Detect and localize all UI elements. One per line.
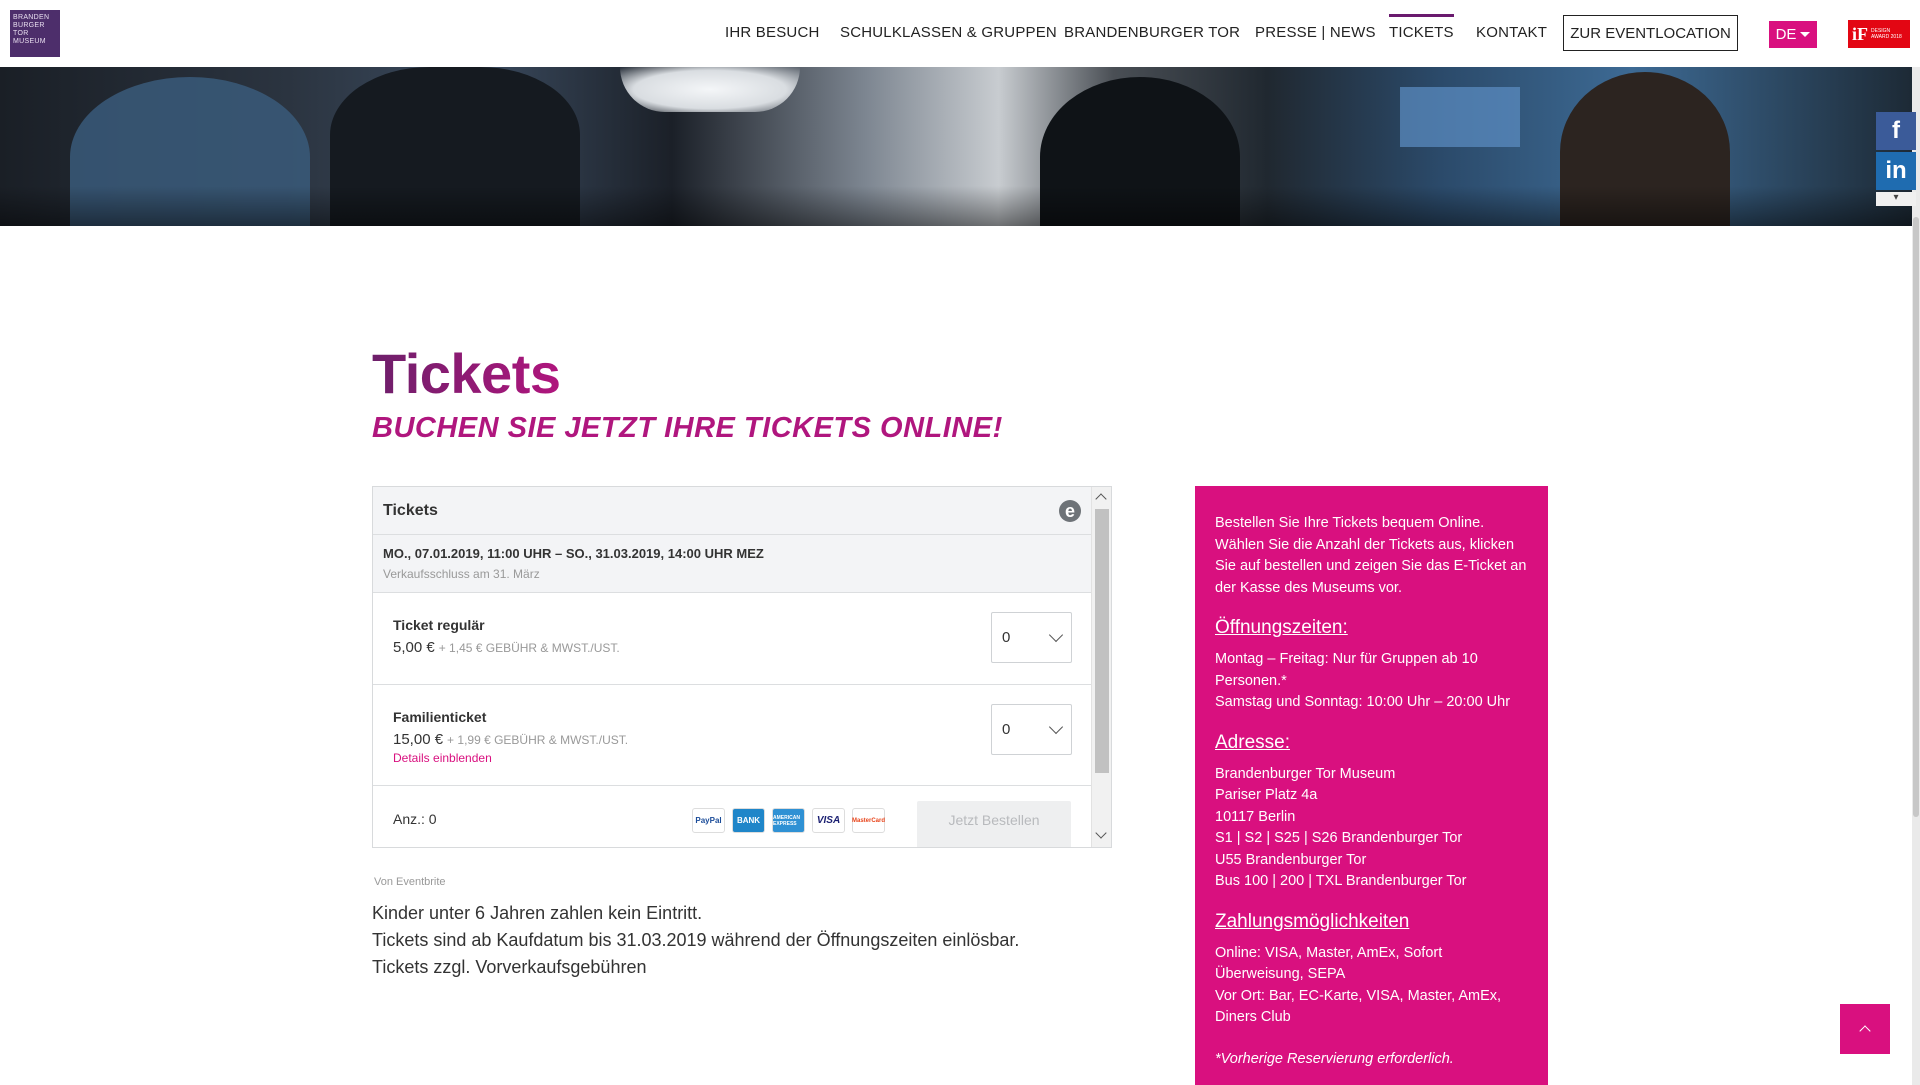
event-date-range: MO., 07.01.2019, 11:00 UHR – SO., 31.03.…	[383, 546, 764, 561]
back-to-top-button[interactable]	[1840, 1004, 1890, 1054]
info-box: Bestellen Sie Ihre Tickets bequem Online…	[1195, 486, 1548, 1085]
nav-kontakt[interactable]: KONTAKT	[1476, 24, 1547, 41]
language-label: DE	[1775, 26, 1797, 43]
share-toggle-icon[interactable]: ▾	[1876, 192, 1916, 206]
page-scrollbar-thumb[interactable]	[1913, 217, 1919, 817]
ticket-name: Familienticket	[393, 709, 487, 725]
ticket-price: 15,00 €	[393, 731, 444, 748]
ticket-name: Ticket regulär	[393, 617, 485, 633]
ticket-fee: + 1,45 € GEBÜHR & MWST./UST.	[438, 641, 620, 655]
address-line: S1 | S2 | S25 | S26 Brandenburger Tor	[1215, 830, 1463, 846]
eventlocation-button[interactable]: ZUR EVENTLOCATION	[1563, 15, 1738, 51]
chevron-up-icon	[1859, 1025, 1871, 1037]
payment-line: Vor Ort: Bar, EC-Karte, VISA, Master, Am…	[1215, 987, 1502, 1026]
hours-title: Öffnungszeiten:	[1215, 617, 1348, 638]
site-header: BRANDEN BURGER TOR MUSEUM IHR BESUCH SCH…	[0, 0, 1920, 67]
address-line: Pariser Platz 4a	[1215, 787, 1318, 803]
chevron-down-icon	[1048, 627, 1064, 643]
address-line: Brandenburger Tor Museum	[1215, 765, 1396, 782]
eventbrite-ticket-widget: Tickets e MO., 07.01.2019, 11:00 UHR – S…	[372, 486, 1112, 848]
widget-content: Tickets e MO., 07.01.2019, 11:00 UHR – S…	[373, 487, 1091, 847]
ticket-price: 5,00 €	[393, 639, 435, 656]
payment-line: Online: VISA, Master, AmEx, Sofort Überw…	[1215, 944, 1443, 983]
logo-line: TOR	[13, 30, 29, 37]
widget-header: Tickets e	[373, 487, 1091, 535]
paypal-icon: PayPal	[692, 808, 725, 833]
address-line: Bus 100 | 200 | TXL Brandenburger Tor	[1215, 873, 1467, 889]
ticket-count: Anz.: 0	[393, 810, 437, 827]
linkedin-icon[interactable]: in	[1876, 152, 1916, 190]
nav-ihr-besuch[interactable]: IHR BESUCH	[725, 24, 820, 41]
award-text: DESIGN AWARD 2018	[1871, 28, 1902, 40]
note-line: Kinder unter 6 Jahren zahlen kein Eintri…	[372, 903, 703, 923]
nav-tickets[interactable]: TICKETS	[1389, 14, 1454, 41]
ticket-price-line: 5,00 € + 1,45 € GEBÜHR & MWST./UST.	[393, 639, 1071, 656]
logo-line: BRANDEN	[13, 14, 50, 21]
hours-line: Samstag und Sonntag: 10:00 Uhr – 20:00 U…	[1215, 694, 1511, 710]
widget-scrollbar[interactable]	[1091, 487, 1111, 847]
note-line: Tickets sind ab Kaufdatum bis 31.03.2019…	[372, 930, 1020, 950]
quantity-select[interactable]: 0	[991, 704, 1072, 755]
widget-title: Tickets	[383, 501, 438, 519]
bank-icon: BANK	[732, 808, 765, 833]
visa-icon: VISA	[812, 808, 845, 833]
hours-line: Montag – Freitag: Nur für Gruppen ab 10 …	[1215, 651, 1478, 689]
mastercard-icon: MasterCard	[852, 808, 885, 833]
ticket-price-line: 15,00 € + 1,99 € GEBÜHR & MWST./UST.	[393, 731, 1071, 748]
page-title: Tickets	[372, 342, 561, 405]
scroll-up-icon[interactable]	[1095, 493, 1107, 505]
reservation-footnote: *Vorherige Reservierung erforderlich.	[1215, 1050, 1454, 1067]
logo-line: BURGER	[13, 22, 45, 29]
event-date-block: MO., 07.01.2019, 11:00 UHR – SO., 31.03.…	[373, 535, 1091, 593]
ticket-notes: Kinder unter 6 Jahren zahlen kein Eintri…	[372, 900, 1019, 981]
logo-line: MUSEUM	[13, 38, 46, 45]
caret-down-icon	[1800, 32, 1811, 37]
nav-presse-news[interactable]: PRESSE | NEWS	[1255, 24, 1376, 41]
museum-logo[interactable]: BRANDEN BURGER TOR MUSEUM	[10, 10, 60, 57]
display-screen	[1400, 87, 1520, 147]
hero-shadow	[0, 186, 1920, 226]
ticket-row: Ticket regulär 5,00 € + 1,45 € GEBÜHR & M…	[373, 593, 1091, 685]
payment-icons: PayPal BANK AMERICAN EXPRESS VISA Master…	[692, 808, 885, 833]
nav-schulklassen[interactable]: SCHULKLASSEN & GRUPPEN	[840, 24, 1057, 41]
quantity-value: 0	[1002, 721, 1011, 738]
by-eventbrite-label: Von Eventbrite	[374, 876, 446, 888]
amex-icon: AMERICAN EXPRESS	[772, 808, 805, 833]
page-subtitle: BUCHEN SIE JETZT IHRE TICKETS ONLINE!	[372, 412, 1003, 444]
payment-title: Zahlungsmöglichkeiten	[1215, 910, 1410, 932]
order-button[interactable]: Jetzt Bestellen	[917, 801, 1071, 847]
facebook-icon[interactable]: f	[1876, 112, 1916, 150]
address-title: Adresse:	[1215, 731, 1290, 753]
if-design-award-badge: iF DESIGN AWARD 2018	[1848, 20, 1910, 48]
address-line: 10117 Berlin	[1215, 808, 1296, 825]
quantity-select[interactable]: 0	[991, 612, 1072, 663]
note-line: Tickets zzgl. Vorverkaufsgebühren	[372, 957, 647, 977]
social-bar: f in ▾	[1876, 112, 1916, 206]
chevron-down-icon	[1048, 719, 1064, 735]
lamp-shape	[620, 67, 800, 112]
if-logo-icon: iF	[1852, 23, 1868, 44]
widget-scrollbar-thumb[interactable]	[1095, 509, 1109, 773]
quantity-value: 0	[1002, 629, 1011, 646]
language-selector[interactable]: DE	[1769, 21, 1817, 48]
widget-footer: Anz.: 0 PayPal BANK AMERICAN EXPRESS VIS…	[373, 786, 1091, 847]
hero-image	[0, 67, 1920, 226]
address-line: U55 Brandenburger Tor	[1215, 851, 1367, 868]
sale-end-text: Verkaufsschluss am 31. März	[383, 567, 540, 581]
eventbrite-icon: e	[1059, 499, 1081, 522]
scroll-down-icon[interactable]	[1095, 827, 1107, 839]
info-intro: Bestellen Sie Ihre Tickets bequem Online…	[1215, 515, 1527, 596]
page-scrollbar[interactable]	[1912, 67, 1920, 1085]
ticket-row: Familienticket 15,00 € + 1,99 € GEBÜHR & …	[373, 685, 1091, 786]
nav-brandenburger-tor[interactable]: BRANDENBURGER TOR	[1064, 24, 1240, 41]
details-toggle-link[interactable]: Details einblenden	[393, 751, 1071, 765]
ticket-fee: + 1,99 € GEBÜHR & MWST./UST.	[447, 733, 629, 747]
